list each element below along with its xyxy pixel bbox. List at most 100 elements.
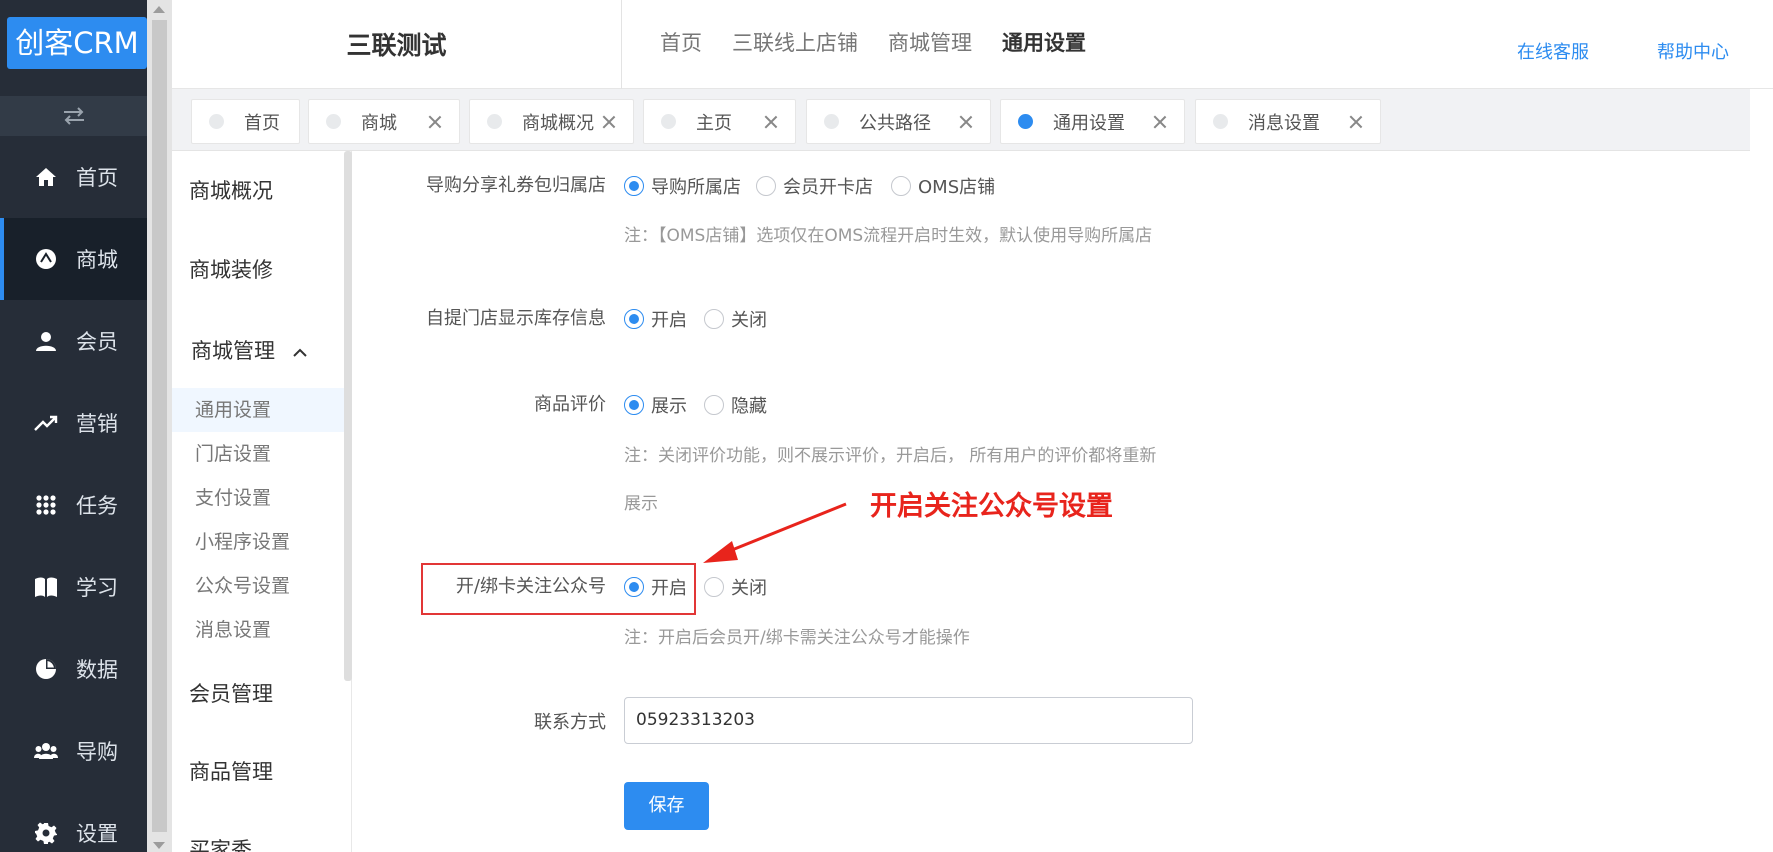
highlight-box: [421, 563, 696, 615]
radio-label: 会员开卡店: [783, 177, 873, 198]
help-center-link[interactable]: 帮助中心: [1657, 38, 1729, 64]
submenu-mall-overview[interactable]: 商城概况: [189, 175, 273, 205]
radio-label: OMS店铺: [918, 177, 996, 198]
sidebar-item-member[interactable]: 会员: [0, 300, 147, 382]
submenu-group-label: 商城管理: [191, 339, 275, 363]
top-nav-general-settings[interactable]: 通用设置: [1002, 27, 1086, 57]
tab-mall[interactable]: 商城: [308, 99, 460, 144]
radio-selected-icon: [624, 309, 644, 329]
tab-label: 商城概况: [522, 112, 594, 134]
review-note-line1: 注：关闭评价功能，则不展示评价，开启后， 所有用户的评价都将重新: [624, 446, 1157, 466]
radio-label: 展示: [651, 396, 687, 417]
review-option-hide[interactable]: 隐藏: [704, 392, 767, 418]
stock-info-option-off[interactable]: 关闭: [704, 306, 767, 332]
radio-empty-icon: [704, 577, 724, 597]
tab-status-dot: [326, 114, 341, 129]
follow-oa-note: 注：开启后会员开/绑卡需关注公众号才能操作: [624, 628, 970, 648]
submenu-item-general[interactable]: 通用设置: [172, 388, 352, 432]
submenu-product-management[interactable]: 商品管理: [189, 756, 273, 786]
submenu-item-message[interactable]: 消息设置: [172, 608, 352, 652]
sidebar-item-label: 导购: [76, 740, 118, 764]
app-logo: 创客CRM: [7, 17, 147, 69]
tab-main[interactable]: 主页: [643, 99, 796, 144]
sidebar-item-data[interactable]: 数据: [0, 628, 147, 710]
submenu-item-store[interactable]: 门店设置: [172, 432, 352, 476]
scroll-down-icon[interactable]: [153, 842, 165, 849]
tab-public-path[interactable]: 公共路径: [806, 99, 991, 144]
coupon-owner-note: 注：【OMS店铺】选项仅在OMS流程开启时生效，默认使用导购所属店: [624, 226, 1153, 246]
radio-label: 开启: [651, 310, 687, 331]
close-icon[interactable]: [958, 114, 974, 130]
follow-oa-option-off[interactable]: 关闭: [704, 574, 767, 600]
save-button[interactable]: 保存: [624, 782, 709, 830]
radio-label: 隐藏: [731, 396, 767, 417]
pie-icon: [34, 657, 58, 681]
group-icon: [34, 739, 58, 763]
main-sidebar: 创客CRM 首页 商城 会员 营销 任务 学习 数据 导购 设置: [0, 0, 147, 852]
gear-icon: [34, 821, 58, 845]
submenu-item-miniprogram[interactable]: 小程序设置: [172, 520, 352, 564]
submenu-member-management[interactable]: 会员管理: [189, 678, 273, 708]
stock-info-option-on[interactable]: 开启: [624, 306, 687, 332]
scroll-up-icon[interactable]: [153, 6, 165, 13]
online-service-link[interactable]: 在线客服: [1517, 38, 1589, 64]
contact-input[interactable]: 05923313203: [624, 697, 1193, 744]
tab-status-dot: [487, 114, 502, 129]
top-nav: 首页 三联线上店铺 商城管理 通用设置: [660, 27, 1116, 57]
submenu-item-payment[interactable]: 支付设置: [172, 476, 352, 520]
tab-label: 首页: [244, 112, 280, 134]
tab-label: 公共路径: [859, 112, 931, 134]
top-nav-online-store[interactable]: 三联线上店铺: [732, 27, 858, 57]
coupon-owner-option-oms[interactable]: OMS店铺: [891, 173, 995, 199]
collapse-toggle[interactable]: [0, 96, 147, 136]
tab-message-settings[interactable]: 消息设置: [1195, 99, 1381, 144]
sidebar-item-label: 首页: [76, 166, 118, 190]
store-name: 三联测试: [172, 0, 622, 89]
tab-status-dot: [824, 114, 839, 129]
mall-icon: [34, 247, 58, 271]
sidebar-item-marketing[interactable]: 营销: [0, 382, 147, 464]
close-icon[interactable]: [763, 114, 779, 130]
sidebar-item-study[interactable]: 学习: [0, 546, 147, 628]
radio-empty-icon: [756, 176, 776, 196]
sidebar-item-settings[interactable]: 设置: [0, 792, 147, 852]
sidebar-item-home[interactable]: 首页: [0, 136, 147, 218]
submenu-mall-management[interactable]: 商城管理: [191, 335, 308, 365]
radio-label: 关闭: [731, 310, 767, 331]
chevron-up-icon: [292, 348, 307, 357]
top-nav-mall-management[interactable]: 商城管理: [888, 27, 972, 57]
top-nav-home[interactable]: 首页: [660, 27, 702, 57]
tab-label: 主页: [696, 112, 732, 134]
tab-general-settings[interactable]: 通用设置: [1000, 99, 1185, 144]
tab-label: 消息设置: [1248, 112, 1320, 134]
sidebar-item-label: 学习: [76, 576, 118, 600]
sidebar-item-label: 数据: [76, 658, 118, 682]
review-option-show[interactable]: 展示: [624, 392, 687, 418]
tab-mall-overview[interactable]: 商城概况: [469, 99, 634, 144]
close-icon[interactable]: [427, 114, 443, 130]
submenu-mall-decoration[interactable]: 商城装修: [189, 254, 273, 284]
sidebar-item-guide[interactable]: 导购: [0, 710, 147, 792]
submenu-scrollbar[interactable]: [344, 151, 352, 681]
user-icon: [34, 329, 58, 353]
review-note-line2: 展示: [624, 494, 658, 514]
radio-empty-icon: [704, 395, 724, 415]
close-icon[interactable]: [1348, 114, 1364, 130]
sidebar-item-task[interactable]: 任务: [0, 464, 147, 546]
page-scrollbar[interactable]: [147, 0, 172, 852]
tab-status-dot: [661, 114, 676, 129]
radio-label: 导购所属店: [651, 177, 741, 198]
sidebar-item-mall[interactable]: 商城: [0, 218, 147, 300]
submenu-item-official-account[interactable]: 公众号设置: [172, 564, 352, 608]
tab-home[interactable]: 首页: [191, 99, 300, 144]
coupon-owner-label: 导购分享礼券包归属店: [426, 175, 606, 196]
coupon-owner-option-card-store[interactable]: 会员开卡店: [756, 173, 873, 199]
tab-status-dot: [209, 114, 224, 129]
coupon-owner-option-guide-store[interactable]: 导购所属店: [624, 173, 741, 199]
close-icon[interactable]: [601, 114, 617, 130]
scrollbar-thumb[interactable]: [152, 20, 167, 832]
stock-info-label: 自提门店显示库存信息: [426, 308, 606, 329]
close-icon[interactable]: [1152, 114, 1168, 130]
submenu-buyer-show[interactable]: 买家秀: [189, 834, 252, 852]
sidebar-item-label: 商城: [76, 248, 118, 272]
